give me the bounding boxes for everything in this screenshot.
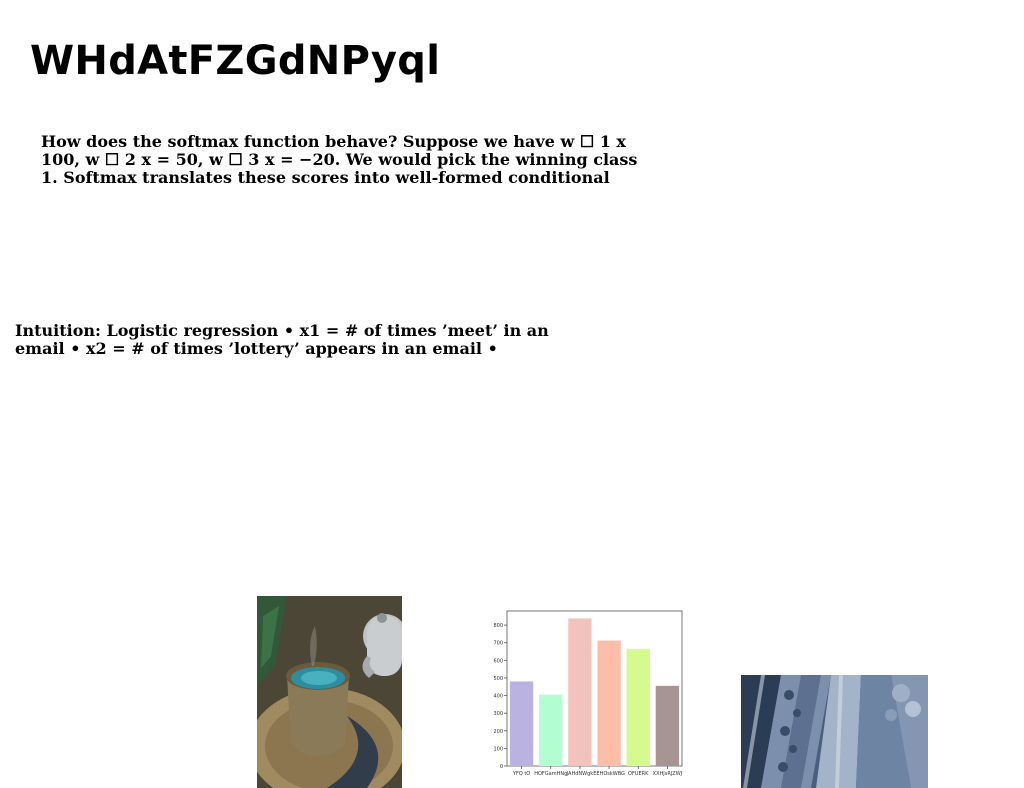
- bar: [539, 694, 563, 766]
- page-title: WHdAtFZGdNPyql: [30, 38, 441, 84]
- y-tick-label: 300: [493, 711, 503, 717]
- bar-chart-svg: 0 100 200 300 400 500 600 700 800 YFQ tO HOFGamHNg…: [493, 610, 683, 777]
- bar: [626, 648, 650, 766]
- bar: [597, 640, 621, 766]
- bar: [509, 681, 534, 766]
- y-tick-label: 700: [493, 641, 503, 647]
- y-tick-label: 0: [500, 764, 503, 770]
- logistic-regression-paragraph: Intuition: Logistic regression • x1 = # …: [15, 321, 549, 358]
- softmax-paragraph: How does the softmax function behave? Su…: [41, 132, 638, 187]
- stone-carving-photo: [741, 675, 928, 788]
- y-tick-label: 200: [493, 729, 503, 735]
- x-tick-label: JAHdNWgk: [566, 771, 594, 777]
- x-tick-label: HOFGamHNg: [534, 771, 567, 777]
- bar: [568, 618, 592, 766]
- teapot-photo: [257, 596, 402, 788]
- bar: [655, 685, 680, 766]
- x-tick-label: XXHJsRJZWJ: [653, 771, 682, 777]
- y-tick-label: 100: [493, 746, 503, 752]
- y-tick-label: 400: [493, 694, 503, 700]
- y-tick-label: 800: [493, 623, 503, 629]
- x-tick-label: YFQ tO: [512, 771, 530, 777]
- y-tick-label: 500: [493, 676, 503, 682]
- x-tick-label: EEHOskWBG: [593, 771, 625, 777]
- x-tick-label: OFUERK: [628, 771, 649, 777]
- bar-chart: 0 100 200 300 400 500 600 700 800 YFQ tO HOFGamHNg…: [486, 604, 690, 780]
- y-tick-label: 600: [493, 658, 503, 664]
